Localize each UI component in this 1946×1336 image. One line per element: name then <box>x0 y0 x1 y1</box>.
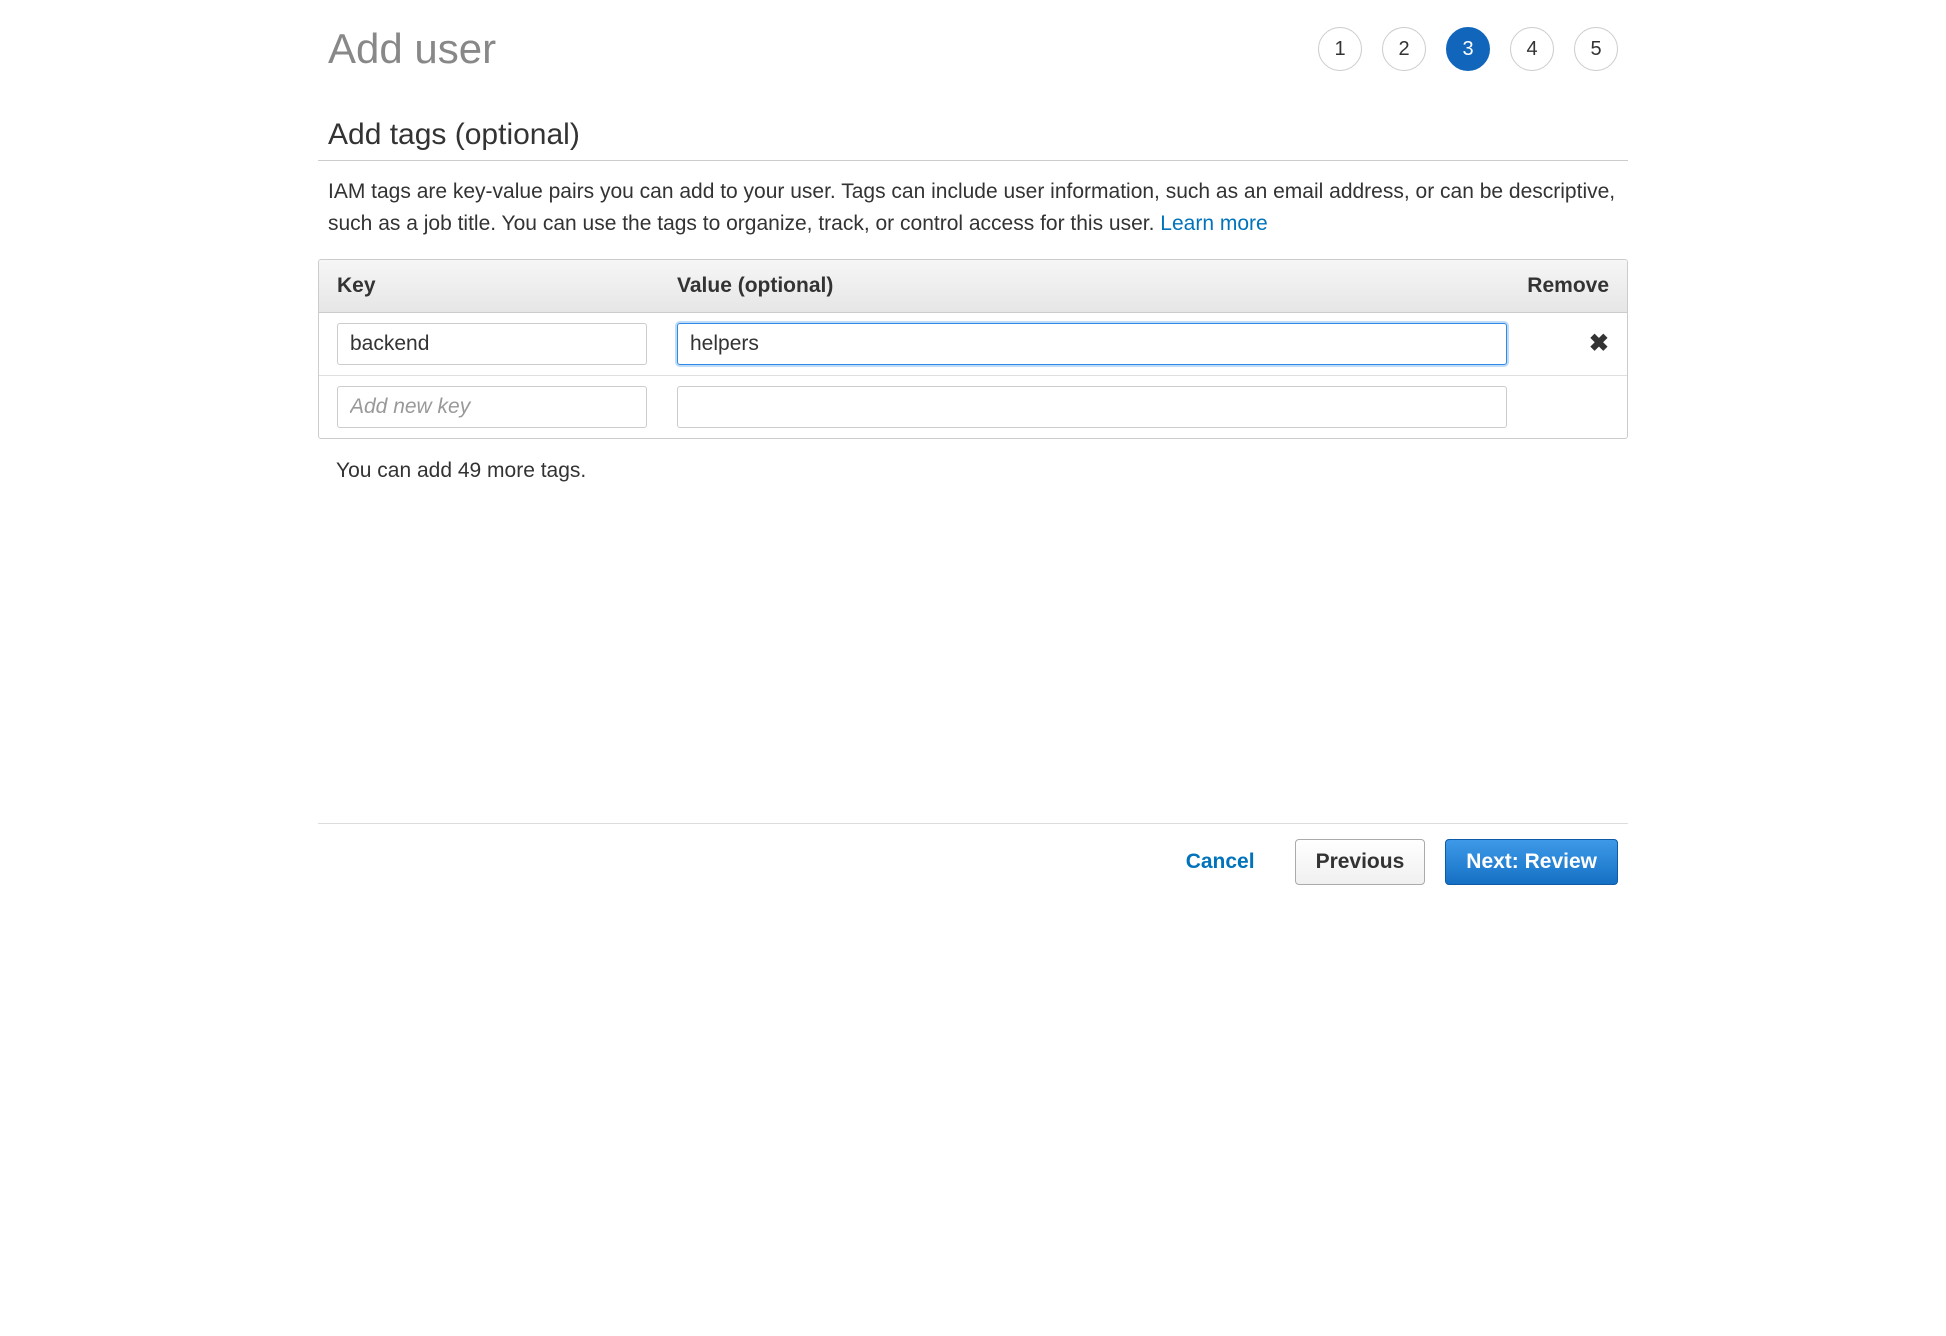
column-header-remove: Remove <box>1509 274 1609 298</box>
section-description: IAM tags are key-value pairs you can add… <box>318 161 1628 259</box>
tags-table: Key Value (optional) Remove ✖ <box>318 259 1628 439</box>
column-header-key: Key <box>337 274 677 298</box>
new-tag-key-input[interactable] <box>337 386 647 428</box>
step-1[interactable]: 1 <box>1318 27 1362 71</box>
tag-value-input[interactable] <box>677 323 1507 365</box>
tag-row: ✖ <box>319 313 1627 376</box>
learn-more-link[interactable]: Learn more <box>1160 212 1267 235</box>
step-2[interactable]: 2 <box>1382 27 1426 71</box>
page-title: Add user <box>328 25 496 73</box>
step-5[interactable]: 5 <box>1574 27 1618 71</box>
new-tag-value-input[interactable] <box>677 386 1507 428</box>
wizard-footer: Cancel Previous Next: Review <box>318 823 1628 900</box>
step-3[interactable]: 3 <box>1446 27 1490 71</box>
page-header: Add user 1 2 3 4 5 <box>318 0 1628 88</box>
wizard-stepper: 1 2 3 4 5 <box>1318 27 1618 71</box>
next-button[interactable]: Next: Review <box>1445 839 1618 885</box>
remove-tag-icon[interactable]: ✖ <box>1589 330 1609 357</box>
tags-remaining-hint: You can add 49 more tags. <box>318 439 1628 503</box>
tags-table-header: Key Value (optional) Remove <box>319 260 1627 313</box>
cancel-button[interactable]: Cancel <box>1166 840 1275 884</box>
step-4[interactable]: 4 <box>1510 27 1554 71</box>
tag-row-new <box>319 376 1627 438</box>
description-text: IAM tags are key-value pairs you can add… <box>328 180 1615 235</box>
section-title: Add tags (optional) <box>318 88 1628 161</box>
tag-key-input[interactable] <box>337 323 647 365</box>
column-header-value: Value (optional) <box>677 274 1509 298</box>
previous-button[interactable]: Previous <box>1295 839 1426 885</box>
